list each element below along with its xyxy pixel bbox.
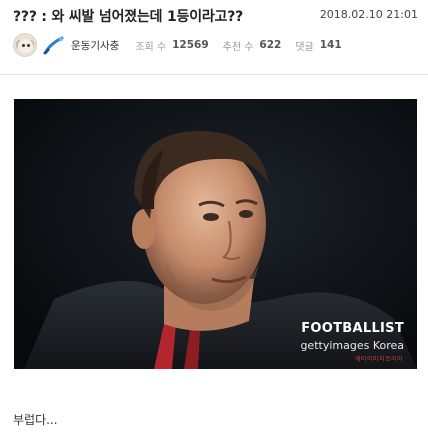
comments-count[interactable]: 141: [320, 39, 342, 51]
puppy-avatar-icon[interactable]: [13, 33, 37, 57]
comments-label: 댓글: [295, 41, 314, 53]
recommend-count: 622: [259, 39, 282, 51]
post-meta: 운동기사충 조회 수 12569 추천 수 622 댓글 141: [13, 33, 418, 57]
post-image[interactable]: FOOTBALLIST gettyimages Korea 게티이미지코리아: [14, 99, 417, 369]
post-body-text: 부럽다...: [13, 413, 58, 427]
post-date: 2018.02.10 21:01: [319, 8, 418, 21]
watermark-brand: FOOTBALLIST: [301, 321, 404, 336]
recommend-label: 추천 수: [222, 41, 254, 53]
watermark-small: 게티이미지코리아: [354, 356, 403, 363]
brush-level-icon: [43, 35, 65, 55]
views-label: 조회 수: [135, 41, 167, 53]
watermark-credit: gettyimages Korea: [300, 339, 404, 352]
header-divider: [0, 74, 428, 75]
post-title: ??? : 와 씨발 넘어졌는데 1등이라고??: [13, 9, 244, 25]
views-count: 12569: [172, 39, 209, 51]
author-nickname[interactable]: 운동기사충: [71, 38, 119, 53]
